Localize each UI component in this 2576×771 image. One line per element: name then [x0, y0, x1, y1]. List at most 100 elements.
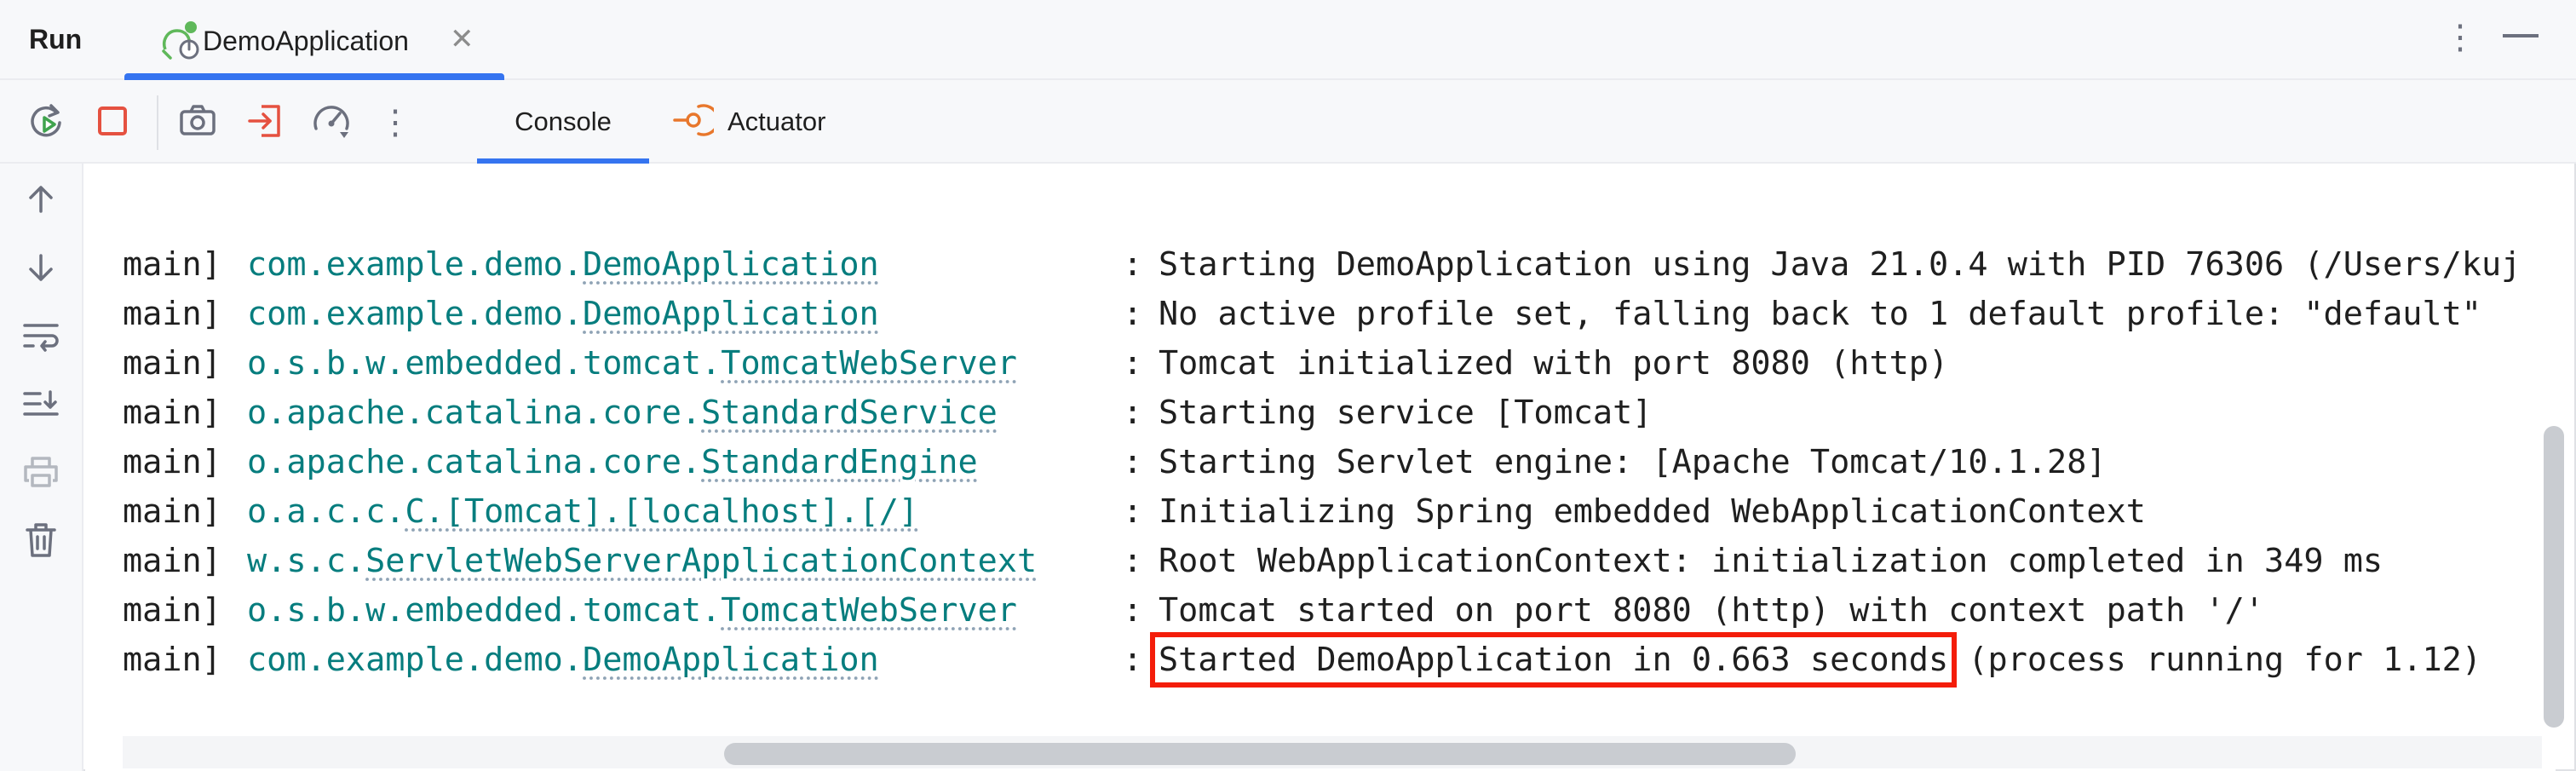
close-tab-icon[interactable]: ✕: [450, 22, 474, 56]
arrow-up-icon: [24, 182, 58, 221]
rerun-button[interactable]: [22, 99, 70, 147]
logger-class-link[interactable]: StandardService: [701, 394, 998, 432]
logger-class-link[interactable]: TomcatWebServer: [721, 591, 1017, 630]
toolbar-separator: [157, 95, 158, 150]
logger-package: o.apache.catalina.core.: [247, 443, 702, 481]
logger-package: o.apache.catalina.core.: [247, 394, 702, 432]
tab-console[interactable]: Console: [477, 80, 649, 164]
log-thread: main]: [123, 591, 221, 630]
log-logger: w.s.c.ServletWebServerApplicationContext: [247, 537, 1123, 586]
log-logger: com.example.demo.DemoApplication: [247, 290, 1123, 339]
console-output[interactable]: main] com.example.demo.DemoApplication: St…: [85, 164, 2556, 771]
logger-class-link[interactable]: DemoApplication: [583, 245, 879, 284]
minimize-icon[interactable]: [2503, 34, 2539, 37]
tool-window-title: Run: [29, 24, 83, 55]
log-thread: main]: [123, 295, 221, 333]
log-message: Root WebApplicationContext: initializati…: [1159, 542, 2383, 580]
logger-package: o.a.c.c.: [247, 492, 405, 531]
log-separator: :: [1123, 492, 1143, 531]
soft-wrap-button[interactable]: [17, 314, 65, 361]
trash-icon: [24, 521, 58, 563]
more-options-icon[interactable]: ⋮: [2443, 14, 2477, 61]
log-separator: :: [1123, 641, 1143, 679]
log-line: main] w.s.c.ServletWebServerApplicationCo…: [123, 537, 2383, 586]
logger-package: o.s.b.w.embedded.tomcat.: [247, 591, 722, 630]
next-occurrence-button[interactable]: [17, 245, 65, 293]
log-logger: com.example.demo.DemoApplication: [247, 240, 1123, 290]
log-line: main] o.a.c.c.C.[Tomcat].[localhost].[/]:…: [123, 487, 2146, 537]
log-line: main] com.example.demo.DemoApplication: No…: [123, 290, 2481, 339]
arrow-down-icon: [24, 250, 58, 289]
log-separator: :: [1123, 542, 1143, 580]
log-message: (process running for 1.12): [1948, 641, 2482, 679]
log-message: Tomcat started on port 8080 (http) with …: [1159, 591, 2265, 630]
log-line: main] com.example.demo.DemoApplication: St…: [123, 632, 2482, 688]
log-thread: main]: [123, 344, 221, 383]
logger-package: com.example.demo.: [247, 641, 584, 679]
logger-class-link[interactable]: DemoApplication: [583, 641, 879, 679]
highlighted-log-message: Started DemoApplication in 0.663 seconds: [1149, 632, 1958, 688]
exit-button[interactable]: [242, 99, 290, 147]
actuator-icon: [673, 100, 720, 145]
tab-actuator-label: Actuator: [727, 106, 826, 136]
logger-class-link[interactable]: TomcatWebServer: [721, 344, 1017, 383]
log-logger: o.a.c.c.C.[Tomcat].[localhost].[/]: [247, 487, 1123, 537]
logger-class-link[interactable]: ServletWebServerApplicationContext: [365, 542, 1037, 580]
profiler-button[interactable]: [308, 99, 356, 147]
log-separator: :: [1123, 394, 1143, 432]
logger-package: w.s.c.: [247, 542, 366, 580]
log-logger: o.apache.catalina.core.StandardEngine: [247, 438, 1123, 487]
active-tab-indicator: [124, 73, 504, 80]
logger-class-link[interactable]: C.[Tomcat].[localhost].[/]: [405, 492, 918, 531]
log-message: Starting DemoApplication using Java 21.0…: [1159, 245, 2521, 284]
log-thread: main]: [123, 492, 221, 531]
log-line: main] com.example.demo.DemoApplication: St…: [123, 240, 2521, 290]
log-message: Starting Servlet engine: [Apache Tomcat/…: [1159, 443, 2107, 481]
logger-package: com.example.demo.: [247, 245, 584, 284]
log-message: Tomcat initialized with port 8080 (http): [1159, 344, 1949, 383]
vertical-scrollbar[interactable]: [2544, 426, 2564, 728]
log-line: main] o.s.b.w.embedded.tomcat.TomcatWebSe…: [123, 586, 2264, 636]
run-tab-label: DemoApplication: [203, 26, 409, 56]
run-configuration-tab[interactable]: DemoApplication ✕: [124, 0, 504, 80]
print-button[interactable]: [17, 450, 65, 498]
tool-window-header: Run DemoApplication ✕ ⋮: [0, 0, 2576, 80]
logger-package: com.example.demo.: [247, 295, 584, 333]
log-separator: :: [1123, 591, 1143, 630]
scroll-to-end-button[interactable]: [17, 382, 65, 429]
more-vertical-icon[interactable]: ⋮: [371, 99, 419, 147]
log-thread: main]: [123, 542, 221, 580]
console-side-toolbar: [0, 164, 83, 771]
log-thread: main]: [123, 245, 221, 284]
logger-package: o.s.b.w.embedded.tomcat.: [247, 344, 722, 383]
previous-occurrence-button[interactable]: [17, 177, 65, 225]
stop-icon: [95, 104, 129, 142]
log-message: No active profile set, falling back to 1…: [1159, 295, 2481, 333]
rerun-icon: [26, 101, 66, 146]
run-toolbar: ⋮ Console Actuator: [0, 80, 2576, 164]
log-separator: :: [1123, 295, 1143, 333]
log-line: main] o.s.b.w.embedded.tomcat.TomcatWebSe…: [123, 339, 1948, 388]
tab-actuator[interactable]: Actuator: [673, 80, 825, 164]
log-logger: o.s.b.w.embedded.tomcat.TomcatWebServer: [247, 586, 1123, 636]
log-line: main] o.apache.catalina.core.StandardServ…: [123, 388, 1652, 438]
clear-all-button[interactable]: [17, 518, 65, 566]
screenshot-button[interactable]: [174, 99, 221, 147]
log-thread: main]: [123, 443, 221, 481]
log-separator: :: [1123, 245, 1143, 284]
log-separator: :: [1123, 443, 1143, 481]
log-logger: o.apache.catalina.core.StandardService: [247, 388, 1123, 438]
exit-icon: [246, 101, 285, 145]
logger-class-link[interactable]: StandardEngine: [701, 443, 978, 481]
print-icon: [22, 455, 60, 493]
spring-boot-run-icon: [158, 20, 203, 61]
camera-icon: [178, 101, 217, 145]
horizontal-scrollbar[interactable]: [724, 743, 1796, 765]
tab-console-label: Console: [515, 106, 612, 136]
log-separator: :: [1123, 344, 1143, 383]
stop-button[interactable]: [89, 99, 136, 147]
logger-class-link[interactable]: DemoApplication: [583, 295, 879, 333]
log-logger: o.s.b.w.embedded.tomcat.TomcatWebServer: [247, 339, 1123, 388]
log-thread: main]: [123, 641, 221, 679]
log-line: main] o.apache.catalina.core.StandardEngi…: [123, 438, 2107, 487]
